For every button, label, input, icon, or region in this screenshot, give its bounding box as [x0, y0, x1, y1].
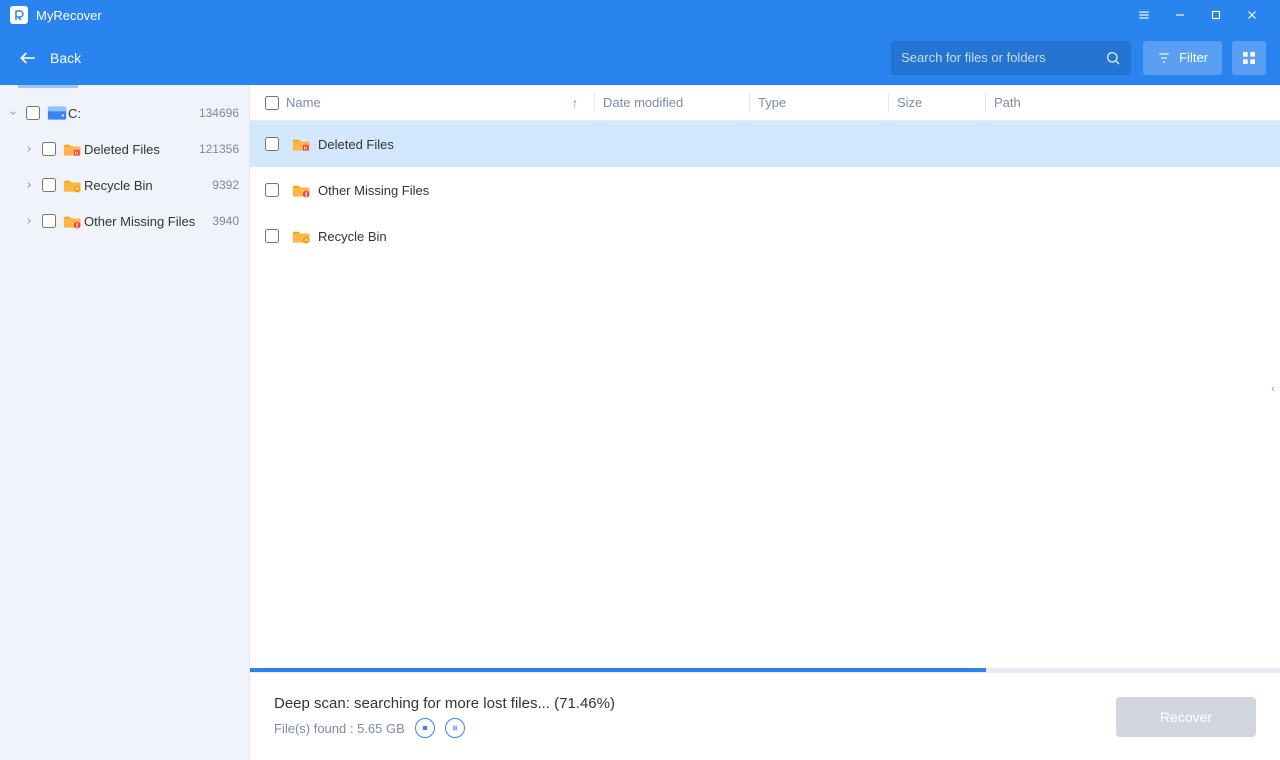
col-size-label[interactable]: Size — [897, 95, 977, 110]
filter-label: Filter — [1179, 50, 1208, 65]
chevron-down-icon[interactable] — [6, 108, 20, 118]
search-input[interactable] — [901, 50, 1105, 65]
pause-button[interactable] — [445, 718, 465, 738]
col-path-label[interactable]: Path — [994, 95, 1280, 110]
recover-button[interactable]: Recover — [1116, 697, 1256, 737]
col-date-label[interactable]: Date modified — [603, 95, 741, 110]
app-logo — [10, 6, 28, 24]
tree-checkbox[interactable] — [42, 214, 56, 228]
col-type-label[interactable]: Type — [758, 95, 880, 110]
folder-missing-icon — [62, 212, 84, 230]
select-all-checkbox[interactable] — [265, 96, 279, 110]
close-button[interactable] — [1234, 0, 1270, 30]
app-title: MyRecover — [36, 8, 102, 23]
chevron-right-icon[interactable] — [22, 216, 36, 226]
progress-bar — [250, 668, 1280, 672]
grid-icon — [1241, 50, 1257, 66]
footer: Deep scan: searching for more lost files… — [250, 672, 1280, 760]
menu-icon[interactable] — [1126, 0, 1162, 30]
folder-trash-icon — [286, 135, 318, 153]
table-row[interactable]: Other Missing Files — [250, 167, 1280, 213]
drive-icon — [46, 104, 68, 122]
folder-trash-icon — [62, 140, 84, 158]
tree-label: Deleted Files — [84, 142, 195, 157]
row-checkbox[interactable] — [265, 229, 279, 243]
grid-view-button[interactable] — [1232, 41, 1266, 75]
sidebar: C: 134696 Deleted Files121356Recycle Bin… — [0, 85, 250, 760]
table-row[interactable]: Deleted Files — [250, 121, 1280, 167]
tree-node-drive[interactable]: C: 134696 — [0, 95, 249, 131]
tree-label: Other Missing Files — [84, 214, 208, 229]
filter-icon — [1157, 51, 1171, 65]
sort-asc-icon[interactable]: ↑ — [572, 96, 586, 110]
header-bar: Back Filter — [0, 30, 1280, 85]
row-checkbox[interactable] — [265, 137, 279, 151]
row-name: Recycle Bin — [318, 229, 1280, 244]
title-bar: MyRecover — [0, 0, 1280, 30]
folder-recycle-icon — [62, 176, 84, 194]
folder-recycle-icon — [286, 227, 318, 245]
tree-checkbox[interactable] — [42, 178, 56, 192]
tree-node[interactable]: Deleted Files121356 — [0, 131, 249, 167]
back-button[interactable]: Back — [14, 42, 85, 74]
chevron-left-icon — [1269, 383, 1277, 395]
collapse-handle[interactable] — [1266, 375, 1280, 403]
recover-label: Recover — [1160, 709, 1212, 725]
tree-checkbox[interactable] — [42, 142, 56, 156]
tree-label-drive: C: — [68, 106, 195, 121]
tree-count: 9392 — [208, 178, 239, 192]
tree-node[interactable]: Other Missing Files3940 — [0, 203, 249, 239]
filter-button[interactable]: Filter — [1143, 41, 1222, 75]
main-panel: Name ↑ Date modified Type Size Path Dele… — [250, 85, 1280, 760]
back-label: Back — [50, 50, 81, 66]
search-icon — [1105, 50, 1121, 66]
files-found-label: File(s) found : 5.65 GB — [274, 721, 405, 736]
table-row[interactable]: Recycle Bin — [250, 213, 1280, 259]
row-name: Deleted Files — [318, 137, 1280, 152]
search-box[interactable] — [891, 41, 1131, 75]
tree-label: Recycle Bin — [84, 178, 208, 193]
tree-count: 3940 — [208, 214, 239, 228]
column-header: Name ↑ Date modified Type Size Path — [250, 85, 1280, 121]
scan-status: Deep scan: searching for more lost files… — [274, 695, 1116, 712]
chevron-right-icon[interactable] — [22, 144, 36, 154]
file-list: Deleted Files Other Missing Files Recycle … — [250, 121, 1280, 668]
tree-count: 121356 — [195, 142, 239, 156]
minimize-button[interactable] — [1162, 0, 1198, 30]
progress-fill — [250, 668, 986, 672]
tree-node[interactable]: Recycle Bin9392 — [0, 167, 249, 203]
tree-count-drive: 134696 — [195, 106, 239, 120]
col-name-label[interactable]: Name — [286, 95, 321, 110]
chevron-right-icon[interactable] — [22, 180, 36, 190]
tree-checkbox-drive[interactable] — [26, 106, 40, 120]
row-name: Other Missing Files — [318, 183, 1280, 198]
row-checkbox[interactable] — [265, 183, 279, 197]
maximize-button[interactable] — [1198, 0, 1234, 30]
folder-missing-icon — [286, 181, 318, 199]
stop-button[interactable] — [415, 718, 435, 738]
